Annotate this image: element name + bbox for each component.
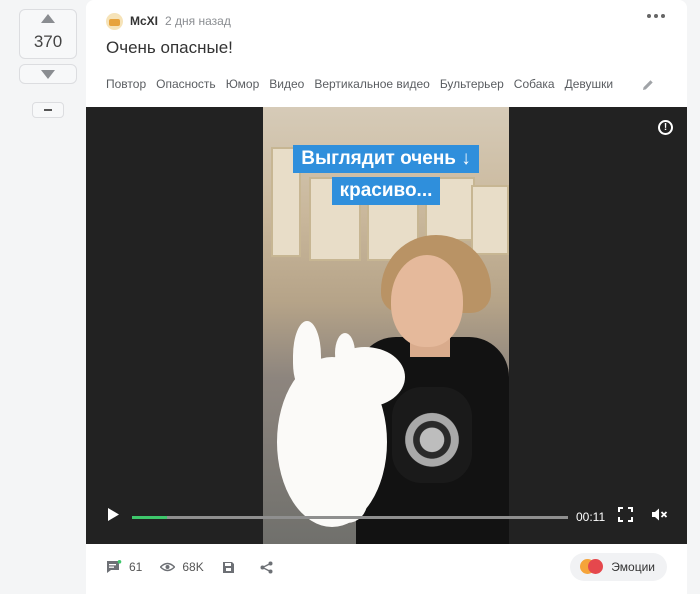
shirt-print: [392, 387, 472, 483]
tag-bull-terrier[interactable]: Бультерьер: [440, 77, 504, 91]
tag-list: Повтор Опасность Юмор Видео Вертикальное…: [106, 77, 613, 91]
share-button[interactable]: [260, 561, 280, 574]
emoji-face-icon: [588, 559, 604, 574]
fullscreen-icon: [618, 507, 633, 522]
post-time: 2 дня назад: [165, 14, 231, 28]
exclamation-icon: !: [663, 122, 668, 133]
emotions-label: Эмоции: [611, 560, 655, 574]
collapse-post-button[interactable]: [32, 102, 64, 118]
vote-widget: 370: [19, 9, 77, 84]
tag-repeat[interactable]: Повтор: [106, 77, 146, 91]
dog-ear: [293, 321, 321, 391]
fullscreen-button[interactable]: [618, 507, 633, 527]
tag-humor[interactable]: Юмор: [226, 77, 260, 91]
dot-icon: [661, 14, 665, 18]
author-name[interactable]: McXI: [130, 14, 158, 28]
person-face: [391, 255, 463, 347]
caption-line: Выглядит очень ↓: [293, 145, 479, 173]
video-controls: 00:11: [86, 498, 687, 544]
edit-tags-button[interactable]: [642, 78, 654, 96]
progress-bar[interactable]: [132, 516, 568, 519]
views-indicator: 68K: [160, 560, 204, 574]
tag-danger[interactable]: Опасность: [156, 77, 216, 91]
video-caption: Выглядит очень ↓ красиво...: [289, 145, 483, 209]
caption-line: красиво...: [331, 177, 441, 205]
emoji-icon: [580, 559, 604, 575]
post-header: McXI 2 дня назад: [106, 12, 231, 30]
mute-button[interactable]: [651, 507, 668, 527]
vote-count: 370: [33, 32, 63, 51]
emotions-button[interactable]: Эмоции: [570, 553, 667, 581]
play-button[interactable]: [107, 508, 119, 526]
volume-muted-icon: [652, 508, 668, 521]
more-options-button[interactable]: [647, 14, 665, 18]
tag-dog[interactable]: Собака: [514, 77, 555, 91]
post-title[interactable]: Очень опасные!: [106, 38, 233, 58]
report-button[interactable]: !: [658, 120, 673, 135]
author-avatar[interactable]: [106, 12, 123, 30]
comments-button[interactable]: 61: [106, 560, 142, 574]
tag-girls[interactable]: Девушки: [565, 77, 614, 91]
pencil-icon: [643, 80, 653, 90]
eye-icon: [160, 562, 176, 572]
downvote-button[interactable]: [19, 64, 77, 84]
dot-icon: [647, 14, 651, 18]
dot-icon: [654, 14, 658, 18]
upvote-button[interactable]: [20, 14, 76, 28]
dog-ear: [335, 333, 355, 373]
video-player[interactable]: Выглядит очень ↓ красиво... ! 00:11: [86, 107, 687, 544]
save-button[interactable]: [222, 561, 242, 574]
progress-fill: [132, 516, 167, 519]
minus-icon: [44, 109, 52, 111]
share-icon: [260, 561, 273, 573]
tag-video[interactable]: Видео: [269, 77, 304, 91]
play-icon: [108, 508, 119, 521]
comments-count: 61: [129, 560, 143, 574]
arrow-down-icon: [41, 69, 55, 79]
views-count: 68K: [182, 560, 204, 574]
post-footer: 61 68K: [106, 556, 298, 578]
post-card: McXI 2 дня назад Очень опасные! Повтор О…: [86, 0, 687, 594]
tag-vertical-video[interactable]: Вертикальное видео: [314, 77, 429, 91]
video-duration: 00:11: [576, 510, 606, 524]
save-icon: [222, 561, 234, 573]
arrow-up-icon: [41, 14, 55, 23]
video-frame: Выглядит очень ↓ красиво...: [263, 107, 509, 544]
comment-icon: [107, 560, 122, 573]
vote-box: 370: [19, 9, 77, 59]
